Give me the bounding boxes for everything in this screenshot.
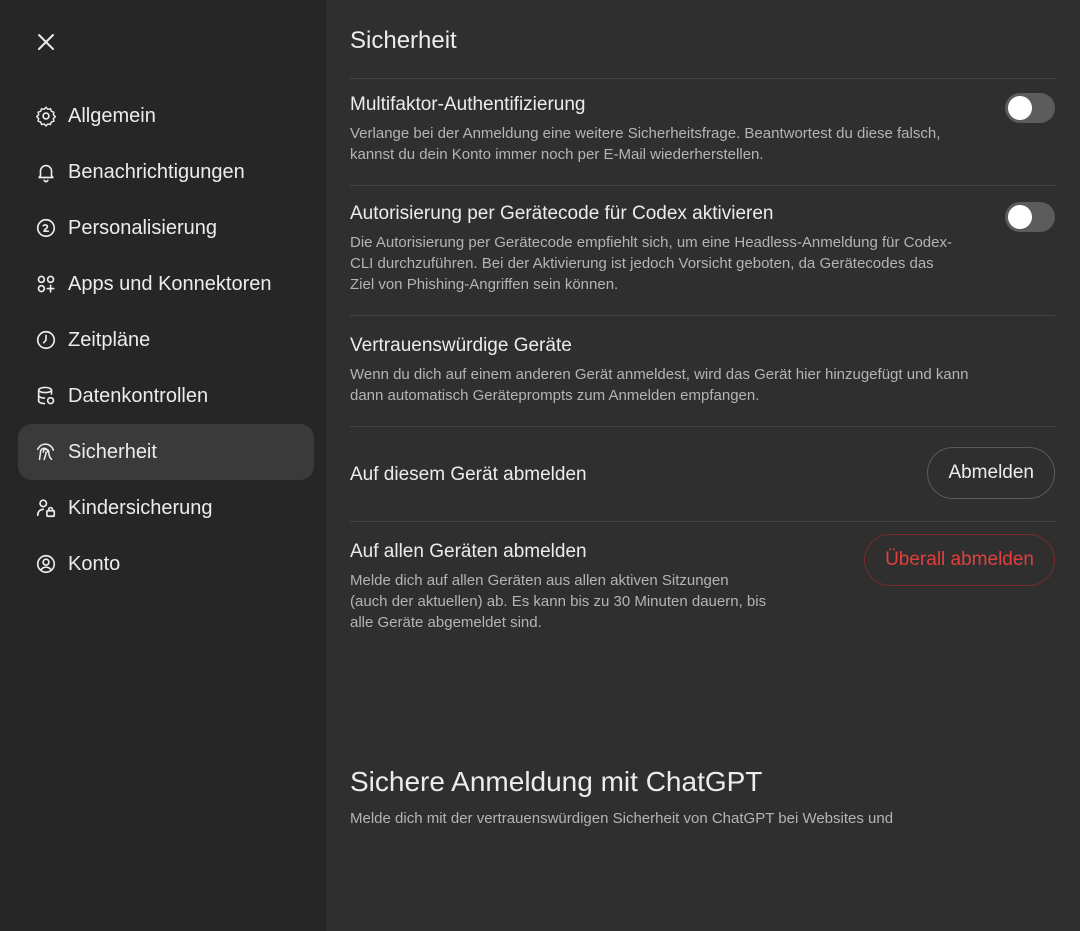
sidebar-item-label: Kindersicherung: [68, 496, 213, 519]
device-code-toggle[interactable]: [1005, 202, 1055, 232]
logout-button[interactable]: Abmelden: [927, 447, 1055, 499]
sidebar-item-label: Benachrichtigungen: [68, 160, 245, 183]
sidebar-item-konto[interactable]: Konto: [18, 536, 314, 592]
sidebar-item-label: Datenkontrollen: [68, 384, 209, 407]
logout-all-section: Auf allen Geräten abmelden Melde dich au…: [350, 522, 1055, 730]
sidebar-item-benachrichtigungen[interactable]: Benachrichtigungen: [18, 144, 314, 200]
gear-icon: [34, 104, 58, 128]
sidebar-item-kindersicherung[interactable]: Kindersicherung: [18, 480, 314, 536]
sidebar-item-label: Sicherheit: [68, 440, 157, 463]
sidebar-item-allgemein[interactable]: Allgemein: [18, 88, 314, 144]
account-icon: [34, 552, 58, 576]
mfa-description: Verlange bei der Anmeldung eine weitere …: [350, 125, 941, 163]
sidebar-item-label: Konto: [68, 552, 121, 575]
device-code-section: Autorisierung per Gerätecode für Codex a…: [350, 186, 1055, 316]
parental-lock-icon: [34, 496, 58, 520]
sidebar-item-zeitplaene[interactable]: Zeitpläne: [18, 312, 314, 368]
security-icon: [34, 440, 58, 464]
trusted-devices-description: Wenn du dich auf einem anderen Gerät anm…: [350, 366, 969, 404]
trusted-devices-title: Vertrauenswürdige Geräte: [350, 335, 572, 356]
personalization-icon: [34, 216, 58, 240]
security-settings-content: Sicherheit Multifaktor-Authentifizierung…: [350, 0, 1055, 829]
device-code-title: Autorisierung per Gerätecode für Codex a…: [350, 203, 774, 224]
settings-dialog: Allgemein Benachrichtigungen Personalisi…: [0, 0, 1080, 931]
mfa-section: Multifaktor-Authentifizierung Verlange b…: [350, 79, 1055, 186]
logout-this-title: Auf diesem Gerät abmelden: [350, 464, 587, 485]
logout-everywhere-button[interactable]: Überall abmelden: [864, 534, 1055, 586]
secure-login-description: Melde dich mit der vertrauenswürdigen Si…: [350, 810, 894, 827]
sidebar-item-datenkontrollen[interactable]: Datenkontrollen: [18, 368, 314, 424]
mfa-toggle[interactable]: [1005, 93, 1055, 123]
mfa-title: Multifaktor-Authentifizierung: [350, 94, 586, 115]
close-icon: [38, 34, 54, 50]
toggle-knob: [1008, 96, 1032, 120]
secure-login-title: Sichere Anmeldung mit ChatGPT: [350, 766, 763, 797]
settings-sidebar: Allgemein Benachrichtigungen Personalisi…: [0, 0, 326, 931]
toggle-knob: [1008, 205, 1032, 229]
sidebar-item-label: Apps und Konnektoren: [68, 272, 272, 295]
logout-all-description: Melde dich auf allen Geräten aus allen a…: [350, 572, 767, 631]
device-code-description: Die Autorisierung per Gerätecode empfieh…: [350, 234, 952, 293]
settings-nav: Allgemein Benachrichtigungen Personalisi…: [18, 88, 314, 592]
sidebar-item-label: Personalisierung: [68, 216, 217, 239]
bell-icon: [34, 160, 58, 184]
sidebar-item-apps[interactable]: Apps und Konnektoren: [18, 256, 314, 312]
apps-icon: [34, 272, 58, 296]
secure-login-section: Sichere Anmeldung mit ChatGPT Melde dich…: [350, 730, 1055, 829]
sidebar-item-label: Allgemein: [68, 104, 156, 127]
page-title: Sicherheit: [350, 0, 1055, 79]
trusted-devices-section: Vertrauenswürdige Geräte Wenn du dich au…: [350, 316, 1055, 427]
sidebar-item-sicherheit[interactable]: Sicherheit: [18, 424, 314, 480]
sidebar-item-personalisierung[interactable]: Personalisierung: [18, 200, 314, 256]
clock-icon: [34, 328, 58, 352]
settings-main: Sicherheit Multifaktor-Authentifizierung…: [326, 0, 1080, 931]
sidebar-item-label: Zeitpläne: [68, 328, 151, 351]
database-settings-icon: [34, 384, 58, 408]
logout-this-section: Auf diesem Gerät abmelden Abmelden: [350, 427, 1055, 522]
close-button[interactable]: [30, 26, 62, 58]
